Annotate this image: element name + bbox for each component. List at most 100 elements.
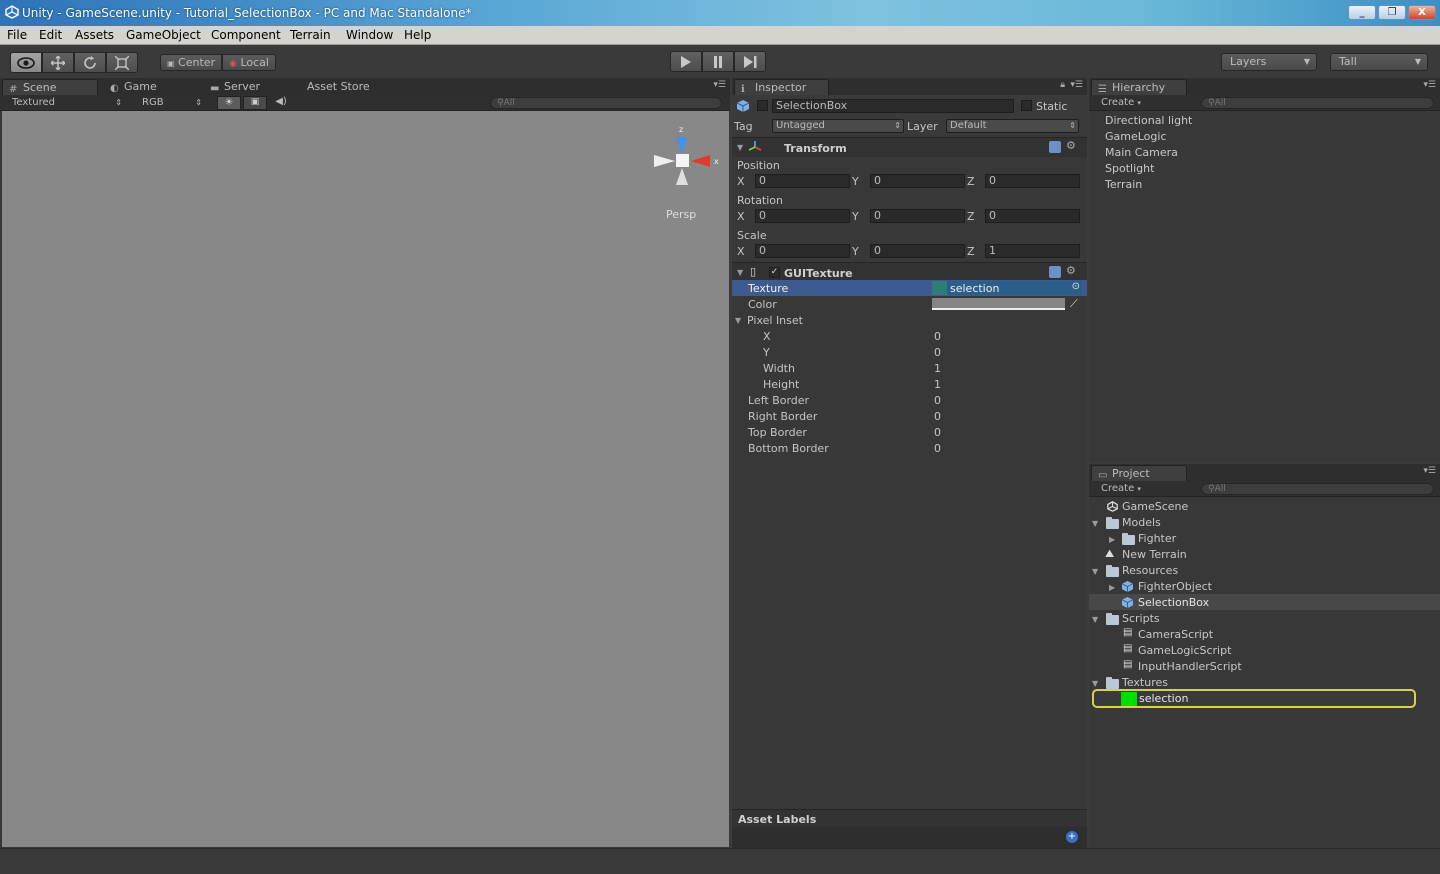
tab-server[interactable]: ▬ Server [204,79,300,95]
tag-dropdown[interactable]: Untagged ⇕ [772,119,904,133]
static-checkbox[interactable] [1021,100,1032,111]
scene-fx-icon[interactable]: ▣ [243,96,267,110]
project-item-fighterobject[interactable]: FighterObject [1138,580,1212,593]
foldout-arrow-right-icon[interactable]: ▶ [1109,535,1115,544]
project-item-new-terrain[interactable]: New Terrain [1122,548,1187,561]
move-tool-icon[interactable] [42,52,74,73]
menu-gameobject[interactable]: GameObject [126,28,201,42]
menu-file[interactable]: File [7,28,27,42]
project-item-selection[interactable]: selection [1139,692,1188,705]
minimize-button[interactable]: _ [1348,5,1376,20]
project-item-inputhandlerscript[interactable]: InputHandlerScript [1138,660,1242,673]
project-item-selectionbox[interactable]: SelectionBox [1138,596,1209,609]
project-item-gamelogicscript[interactable]: GameLogicScript [1138,644,1231,657]
top-border-value[interactable]: 0 [934,426,941,439]
hierarchy-create-dropdown[interactable]: Create ▾ [1101,96,1141,110]
texture-object-field[interactable]: selection ⊙ [932,281,1082,295]
hierarchy-item-main-camera[interactable]: Main Camera [1105,146,1178,159]
restore-button[interactable]: ❐ [1378,5,1406,20]
gear-icon[interactable]: ⚙ [1066,264,1076,277]
project-search-input[interactable]: ⚲All [1201,483,1434,495]
pause-button[interactable] [702,51,734,72]
projection-label[interactable]: Persp [666,208,696,221]
tab-scene[interactable]: # Scene [2,79,98,95]
help-book-icon[interactable] [1049,141,1061,153]
bottom-border-value[interactable]: 0 [934,442,941,455]
gizmo-y-arrow[interactable] [676,137,688,155]
tab-game[interactable]: ◐ Game [104,79,200,95]
inset-x-value[interactable]: 0 [934,330,941,343]
foldout-arrow-icon[interactable]: ▼ [1092,679,1098,688]
menu-component[interactable]: Component [211,28,281,42]
foldout-arrow-icon[interactable]: ▼ [735,316,741,325]
foldout-arrow-right-icon[interactable]: ▶ [1109,583,1115,592]
color-swatch[interactable] [932,298,1065,310]
foldout-arrow-icon[interactable]: ▼ [737,143,743,152]
active-checkbox[interactable] [757,100,768,111]
project-item-textures[interactable]: Textures [1122,676,1168,689]
menu-edit[interactable]: Edit [39,28,62,42]
tab-hierarchy[interactable]: ☰ Hierarchy [1091,79,1187,95]
gizmo-neg-x-arrow[interactable] [654,155,675,167]
tab-inspector[interactable]: ℹ Inspector [734,79,829,95]
view-tool-eye-icon[interactable] [10,52,42,73]
rotation-x-field[interactable]: 0 [755,209,850,223]
transform-header[interactable]: ▼ Transform ⚙ [732,137,1087,157]
hierarchy-item-gamelogic[interactable]: GameLogic [1105,130,1167,143]
rotation-z-field[interactable]: 0 [985,209,1080,223]
pivot-local-button[interactable]: ◉ Local [222,54,276,71]
gear-icon[interactable]: ⚙ [1066,139,1076,152]
texture-row[interactable]: Texture selection ⊙ [732,280,1087,296]
inset-y-value[interactable]: 0 [934,346,941,359]
menu-window[interactable]: Window [346,28,393,42]
scale-z-field[interactable]: 1 [985,244,1080,258]
layer-dropdown[interactable]: Default ⇕ [946,119,1079,133]
position-x-field[interactable]: 0 [755,174,850,188]
help-book-icon[interactable] [1049,266,1061,278]
project-item-scripts[interactable]: Scripts [1122,612,1160,625]
gizmo-x-arrow[interactable] [691,155,710,167]
project-item-resources[interactable]: Resources [1122,564,1178,577]
guitexture-header[interactable]: ▼ ▯ ✓ GUITexture ⚙ [732,262,1087,282]
rotate-tool-icon[interactable] [74,52,106,73]
project-item-selection-ping[interactable]: selection [1092,689,1416,708]
eyedropper-icon[interactable]: ⟋ [1070,297,1078,311]
object-name-field[interactable]: SelectionBox [772,99,1014,113]
scale-x-field[interactable]: 0 [755,244,850,258]
rotation-y-field[interactable]: 0 [870,209,965,223]
hierarchy-item-directional-light[interactable]: Directional light [1105,114,1192,127]
scale-tool-icon[interactable] [106,52,138,73]
tab-asset-store[interactable]: Asset Store [287,79,383,95]
right-border-value[interactable]: 0 [934,410,941,423]
tab-project[interactable]: ▭ Project [1091,465,1187,481]
pixel-inset-row[interactable]: ▼ Pixel Inset [732,312,1087,328]
object-picker-icon[interactable]: ⊙ [1072,281,1080,292]
step-button[interactable] [734,51,766,72]
panel-menu-icon[interactable]: ▾☰ [1070,80,1083,90]
lighting-toggle-icon[interactable]: ☀ [217,96,241,110]
scene-search-input[interactable]: ⚲All [490,97,722,109]
layout-dropdown[interactable]: Tall ▼ [1330,53,1428,71]
scale-y-field[interactable]: 0 [870,244,965,258]
panel-menu-icon[interactable]: ▾☰ [1423,80,1436,90]
menu-help[interactable]: Help [404,28,431,42]
foldout-arrow-icon[interactable]: ▼ [1092,615,1098,624]
audio-toggle-icon[interactable]: ◀) [270,96,292,110]
project-item-gamescene[interactable]: GameScene [1122,500,1188,513]
width-value[interactable]: 1 [934,362,941,375]
panel-menu-icon[interactable]: ▾☰ [713,80,726,90]
project-item-camerascript[interactable]: CameraScript [1138,628,1213,641]
height-value[interactable]: 1 [934,378,941,391]
gizmo-neg-y-arrow[interactable] [676,168,688,185]
left-border-value[interactable]: 0 [934,394,941,407]
render-mode-dropdown[interactable]: Textured ⇕ [12,96,124,110]
layers-dropdown[interactable]: Layers ▼ [1221,53,1317,71]
lock-icon[interactable]: 🔒︎ [1060,80,1065,90]
add-label-plus-icon[interactable]: + [1066,831,1078,843]
foldout-arrow-icon[interactable]: ▼ [1092,519,1098,528]
guitexture-enabled-checkbox[interactable]: ✓ [769,267,780,278]
hierarchy-item-spotlight[interactable]: Spotlight [1105,162,1154,175]
menu-assets[interactable]: Assets [75,28,114,42]
position-y-field[interactable]: 0 [870,174,965,188]
position-z-field[interactable]: 0 [985,174,1080,188]
